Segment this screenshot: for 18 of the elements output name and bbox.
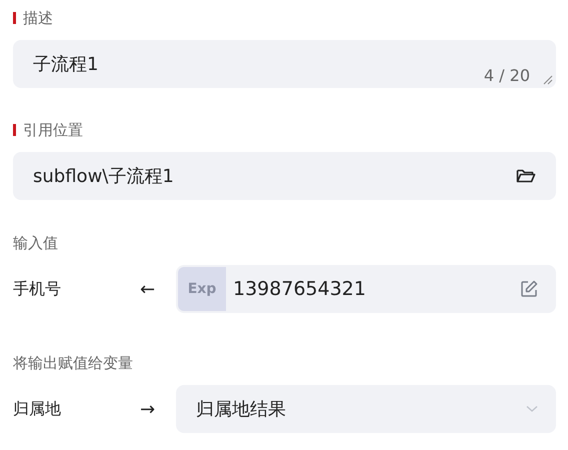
reference-field[interactable]: subflow\子流程1 [13, 152, 556, 200]
expression-tag: Exp [178, 267, 226, 311]
description-textarea[interactable]: 子流程1 4 / 20 [13, 40, 556, 88]
section-label: 将输出赋值给变量 [13, 354, 133, 372]
variable-select[interactable]: 归属地结果 [176, 385, 556, 433]
arrow-glyph: → [140, 398, 156, 420]
chevron-down-icon [526, 405, 538, 413]
resize-handle-icon[interactable] [543, 75, 553, 85]
arrow-glyph: ← [140, 278, 156, 300]
field-label: 引用位置 [23, 120, 83, 140]
expression-field[interactable]: Exp 13987654321 [176, 265, 556, 313]
edit-icon[interactable] [520, 280, 538, 298]
field-label: 描述 [23, 8, 53, 28]
parameter-name: 归属地 [13, 398, 62, 420]
parameter-name: 手机号 [13, 278, 62, 300]
character-count: 4 / 20 [484, 66, 530, 85]
folder-icon[interactable] [516, 168, 536, 184]
section-label: 输入值 [13, 234, 58, 252]
